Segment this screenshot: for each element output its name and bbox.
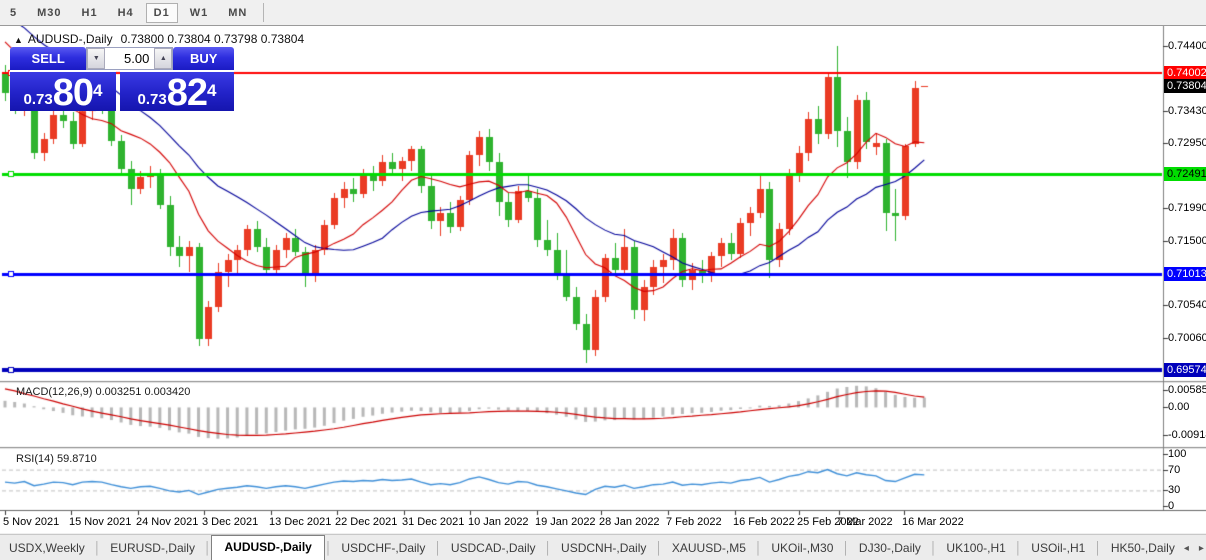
hline-price-label: 0.74002 <box>1164 66 1206 80</box>
rsi-indicator-label: RSI(14) 59.8710 <box>16 453 97 465</box>
chart-tab-uk100-h1[interactable]: UK100-,H1 <box>937 537 1014 560</box>
buy-price-display[interactable]: 0.73824 <box>120 70 234 111</box>
timeframe-button-D1[interactable]: D1 <box>146 3 178 23</box>
date-axis-label: 28 Jan 2022 <box>599 516 660 528</box>
hline-price-label: 0.72491 <box>1164 167 1206 181</box>
tab-separator: │ <box>755 537 763 560</box>
chart-tab-usdcad-daily[interactable]: USDCAD-,Daily <box>442 537 545 560</box>
buy-price-prefix: 0.73 <box>138 90 167 110</box>
date-axis-label: 16 Mar 2022 <box>902 516 964 528</box>
date-axis-label: 31 Dec 2021 <box>402 516 464 528</box>
ohlc-values: 0.73800 0.73804 0.73798 0.73804 <box>121 32 305 46</box>
tabs-scroll-right-icon[interactable]: ▸ <box>1199 543 1204 554</box>
rsi-name: RSI(14) <box>16 453 54 465</box>
volume-up-button[interactable]: ▲ <box>154 48 172 69</box>
date-axis-label: 7 Mar 2022 <box>837 516 893 528</box>
sell-price-big: 80 <box>53 76 93 110</box>
date-axis-label: 15 Nov 2021 <box>69 516 131 528</box>
timeframe-button-H1[interactable]: H1 <box>74 3 106 23</box>
buy-button[interactable]: BUY <box>173 47 234 70</box>
rsi-axis-tick: 30 <box>1168 484 1180 496</box>
tab-separator: │ <box>842 537 850 560</box>
timeframe-button-W1[interactable]: W1 <box>182 3 217 23</box>
chart-tab-ukoil-m30[interactable]: UKOil-,M30 <box>762 537 842 560</box>
chevron-up-icon: ▲ <box>160 55 167 62</box>
tab-separator: │ <box>1094 537 1102 560</box>
sell-button[interactable]: SELL <box>10 47 86 70</box>
timeframe-button-MN[interactable]: MN <box>220 3 255 23</box>
chart-tab-usoil-h1[interactable]: USOil-,H1 <box>1022 537 1094 560</box>
hline-price-label: 0.69574 <box>1164 363 1206 377</box>
date-axis-label: 7 Feb 2022 <box>666 516 722 528</box>
price-axis-tick: 0.72950 <box>1168 136 1206 150</box>
tab-separator: │ <box>94 537 102 560</box>
rsi-axis-tick: 0 <box>1168 500 1174 512</box>
date-axis-label: 16 Feb 2022 <box>733 516 795 528</box>
chart-tab-bar: USDX,Weekly│EURUSD-,Daily│AUDUSD-,Daily│… <box>0 534 1206 560</box>
macd-main-value: 0.003251 <box>95 386 141 398</box>
toolbar-separator <box>263 3 264 22</box>
tab-separator: │ <box>204 537 212 560</box>
buy-price-big: 82 <box>167 76 207 110</box>
chart-title: ▲ AUDUSD-,Daily 0.73800 0.73804 0.73798 0.… <box>14 32 304 46</box>
price-axis-tick: 0.70540 <box>1168 298 1206 312</box>
price-axis-tick: 0.70060 <box>1168 331 1206 345</box>
rsi-axis-tick: 70 <box>1168 464 1180 476</box>
tab-separator: │ <box>930 537 938 560</box>
trading-terminal-window: 5M30H1H4D1W1MN ▲AUDUSD-,Daily0.73800 0.7… <box>0 0 1206 559</box>
price-axis-tick: 0.73430 <box>1168 104 1206 118</box>
chart-tab-eurusd-daily[interactable]: EURUSD-,Daily <box>101 537 204 560</box>
macd-indicator-label: MACD(12,26,9) 0.003251 0.003420 <box>16 386 190 398</box>
chart-tab-usdx-weekly[interactable]: USDX,Weekly <box>0 537 94 560</box>
buy-price-sup: 4 <box>207 72 216 110</box>
timeframe-toolbar: 5M30H1H4D1W1MN <box>0 0 1206 26</box>
price-axis-tick: 0.71990 <box>1168 201 1206 215</box>
macd-signal-value: 0.003420 <box>144 386 190 398</box>
tab-separator: │ <box>655 537 663 560</box>
tab-separator: │ <box>325 537 333 560</box>
price-axis-tick: 0.71500 <box>1168 234 1206 248</box>
current-price-label: 0.73804 <box>1164 79 1206 93</box>
timeframe-button-5[interactable]: 5 <box>2 3 25 23</box>
date-axis-label: 19 Jan 2022 <box>535 516 596 528</box>
volume-input[interactable]: 5.00 <box>105 48 154 69</box>
tab-scroll-controls: ◂▸ <box>1184 543 1204 560</box>
sell-price-prefix: 0.73 <box>24 90 53 110</box>
date-axis-label: 10 Jan 2022 <box>468 516 529 528</box>
chart-tab-usdcnh-daily[interactable]: USDCNH-,Daily <box>552 537 655 560</box>
timeframe-button-H4[interactable]: H4 <box>110 3 142 23</box>
rsi-value: 59.8710 <box>57 453 97 465</box>
sell-price-display[interactable]: 0.73804 <box>10 70 116 111</box>
date-axis-label: 3 Dec 2021 <box>202 516 258 528</box>
volume-down-button[interactable]: ▼ <box>87 48 105 69</box>
volume-spinner: ▼ 5.00 ▲ <box>86 47 173 70</box>
date-axis-label: 5 Nov 2021 <box>3 516 59 528</box>
macd-name: MACD(12,26,9) <box>16 386 92 398</box>
chart-tab-audusd-daily[interactable]: AUDUSD-,Daily <box>211 535 324 560</box>
chart-tab-hk50-daily[interactable]: HK50-,Daily <box>1102 537 1184 560</box>
tabs-scroll-left-icon[interactable]: ◂ <box>1184 543 1189 554</box>
macd-axis-tick: 0.00585 <box>1168 384 1206 396</box>
tab-separator: │ <box>545 537 553 560</box>
sell-price-sup: 4 <box>93 72 102 110</box>
hline-price-label: 0.71013 <box>1164 267 1206 281</box>
price-axis-tick: 0.74400 <box>1168 39 1206 53</box>
one-click-trade-panel: SELL ▼ 5.00 ▲ BUY 0.73804 0.73824 <box>10 47 234 111</box>
date-axis-label: 22 Dec 2021 <box>335 516 397 528</box>
chart-symbol-label: AUDUSD-,Daily <box>28 32 113 46</box>
chart-tab-dj30-daily[interactable]: DJ30-,Daily <box>850 537 930 560</box>
symbol-marker-icon: ▲ <box>14 35 23 45</box>
chevron-down-icon: ▼ <box>93 55 100 62</box>
date-axis-label: 13 Dec 2021 <box>269 516 331 528</box>
timeframe-button-M30[interactable]: M30 <box>29 3 69 23</box>
chart-tab-xauusd-m5[interactable]: XAUUSD-,M5 <box>663 537 755 560</box>
macd-axis-tick: -0.00918 <box>1168 429 1206 441</box>
rsi-axis-tick: 100 <box>1168 448 1186 460</box>
tab-separator: │ <box>434 537 442 560</box>
date-axis-label: 24 Nov 2021 <box>136 516 198 528</box>
macd-axis-tick: 0.00 <box>1168 401 1189 413</box>
chart-tab-usdchf-daily[interactable]: USDCHF-,Daily <box>332 537 434 560</box>
tab-separator: │ <box>1015 537 1023 560</box>
